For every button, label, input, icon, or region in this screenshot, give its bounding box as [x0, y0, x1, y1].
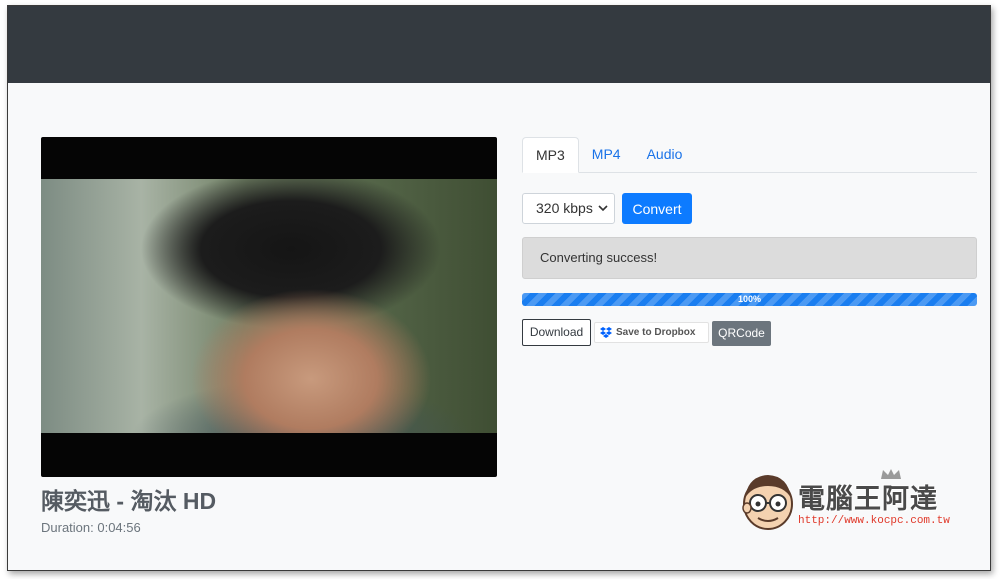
- mascot-face-icon: [742, 475, 793, 530]
- tab-mp3[interactable]: MP3: [522, 137, 579, 173]
- top-navbar: [8, 6, 990, 83]
- browser-page: 陳奕迅 - 淘汰 HD Duration: 0:04:56 MP3 MP4 Au…: [7, 5, 991, 571]
- download-button[interactable]: Download: [522, 319, 591, 346]
- tab-audio[interactable]: Audio: [634, 137, 696, 172]
- tab-mp4[interactable]: MP4: [579, 137, 634, 172]
- video-title: 陳奕迅 - 淘汰 HD: [41, 488, 217, 514]
- format-tabs: MP3 MP4 Audio: [522, 137, 977, 173]
- progress-bar: 100%: [522, 293, 977, 306]
- qrcode-button[interactable]: QRCode: [712, 321, 771, 346]
- status-alert: Converting success!: [522, 237, 977, 279]
- quality-select-value: 320 kbps: [536, 200, 593, 216]
- dropbox-icon: [600, 326, 612, 338]
- convert-button[interactable]: Convert: [622, 193, 692, 224]
- video-thumbnail[interactable]: [41, 179, 497, 433]
- watermark-logo: 電腦王阿達 http://www.kocpc.com.tw: [738, 468, 978, 534]
- video-player[interactable]: [41, 137, 497, 477]
- dropbox-label: Save to Dropbox: [616, 327, 696, 338]
- watermark-title: 電腦王阿達: [798, 484, 938, 515]
- chevron-down-icon: [598, 194, 608, 235]
- video-duration: Duration: 0:04:56: [41, 520, 141, 535]
- status-message: Converting success!: [540, 250, 658, 265]
- quality-select[interactable]: 320 kbps: [522, 193, 615, 224]
- conversion-progress: 100%: [522, 293, 977, 306]
- watermark-url: http://www.kocpc.com.tw: [798, 515, 950, 527]
- save-to-dropbox-button[interactable]: Save to Dropbox: [594, 322, 709, 343]
